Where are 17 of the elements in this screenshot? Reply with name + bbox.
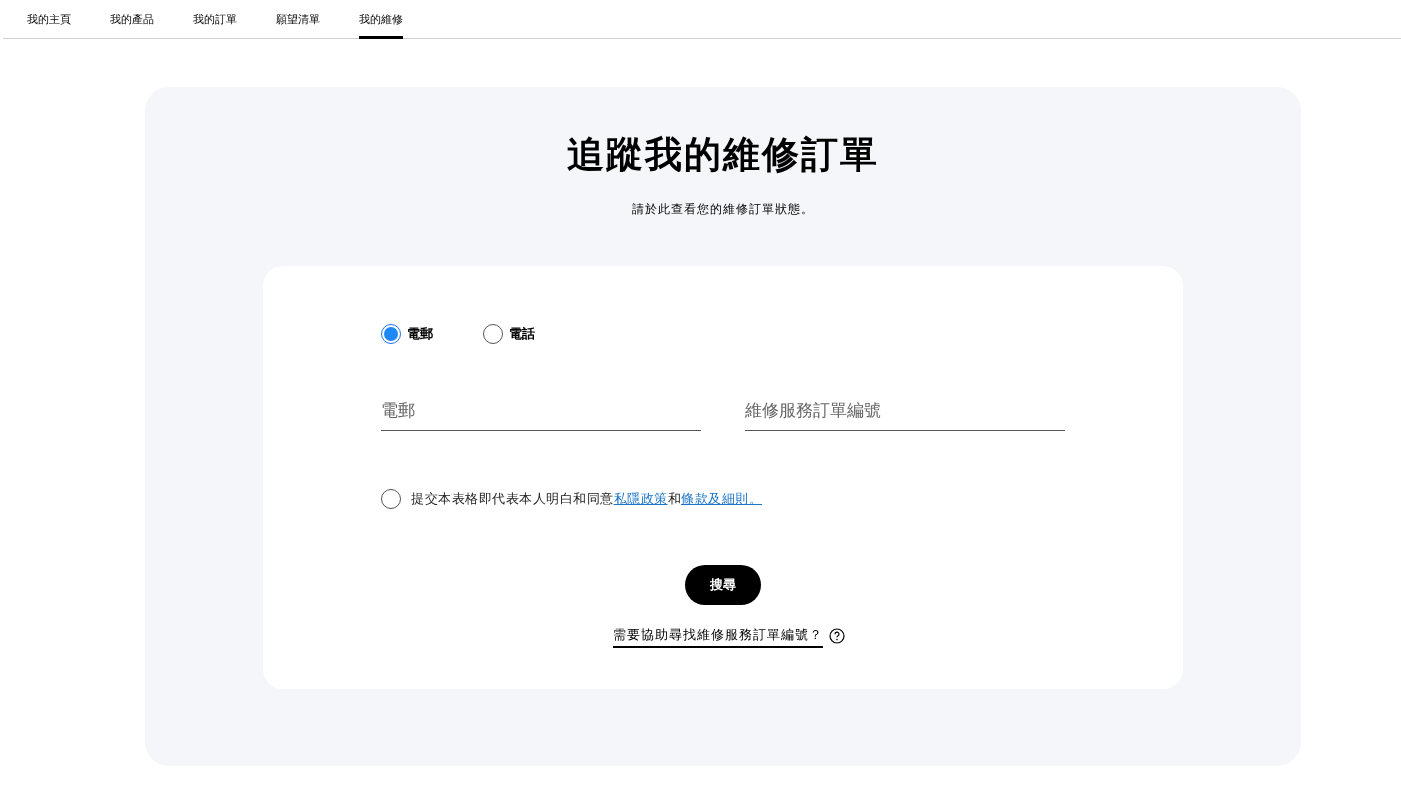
search-button[interactable]: 搜尋 [685, 565, 761, 605]
nav-tab[interactable]: 我的維修 [359, 0, 403, 39]
help-link[interactable]: 需要協助尋找維修服務訂單編號？ [613, 625, 823, 648]
nav-tab[interactable]: 我的產品 [110, 0, 154, 39]
nav-tab[interactable]: 願望清單 [276, 0, 320, 39]
radio-label[interactable]: 電郵 [407, 324, 433, 344]
policy-link[interactable]: 條款及細則。 [681, 491, 762, 507]
nav-tab[interactable]: 我的主頁 [27, 0, 71, 39]
question-icon[interactable] [829, 628, 845, 645]
nav-tab[interactable]: 我的訂單 [193, 0, 237, 39]
policy-link[interactable]: 私隱政策 [613, 491, 668, 507]
page-title: 追蹤我的維修訂單 [567, 133, 879, 177]
input-field[interactable]: 電郵 [381, 391, 701, 431]
page-subtitle: 請於此查看您的維修訂單狀態。 [632, 201, 814, 218]
radio-label[interactable]: 電話 [509, 324, 535, 344]
consent-text: 提交本表格即代表本人明白和同意私隱政策和條款及細則。 [411, 490, 762, 509]
input-field[interactable]: 維修服務訂單編號 [745, 391, 1065, 431]
